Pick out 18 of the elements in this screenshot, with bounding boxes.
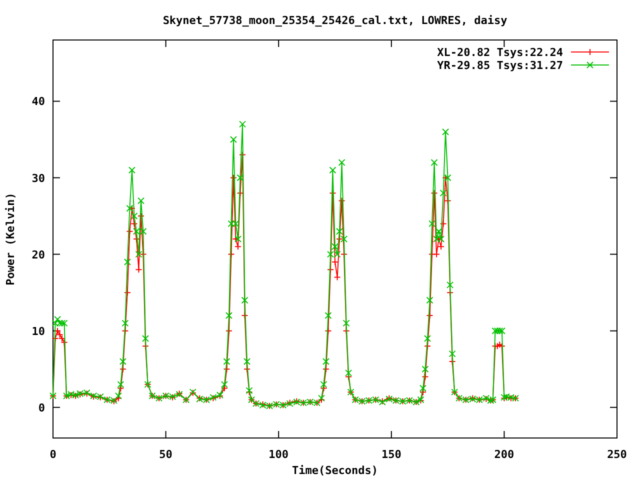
- y-axis-label: Power (Kelvin): [4, 192, 17, 286]
- legend-sample: [570, 48, 610, 56]
- axis-tick-label: 150: [381, 448, 402, 461]
- legend-sample: [570, 62, 610, 68]
- axis-tick-label: 10: [32, 324, 45, 338]
- axis-tick-label: 200: [494, 448, 514, 461]
- chart-title: Skynet_57738_moon_25354_25426_cal.txt, LOWRES, daisy: [162, 14, 508, 27]
- axis-tick-label: 0: [38, 401, 45, 414]
- axis-tick-label: 50: [159, 448, 172, 461]
- legend-label: XL-20.82 Tsys:22.24: [437, 46, 563, 59]
- x-axis-label: Time(Seconds): [292, 464, 378, 477]
- axis-tick-label: 40: [32, 95, 45, 108]
- axis-tick-label: 30: [32, 172, 45, 185]
- legend-label: YR-29.85 Tsys:31.27: [437, 59, 563, 72]
- axis-tick-label: 20: [32, 248, 45, 262]
- axis-tick-label: 0: [50, 448, 56, 461]
- axis-tick-label: 100: [268, 448, 289, 461]
- axis-tick-label: 250: [607, 448, 627, 461]
